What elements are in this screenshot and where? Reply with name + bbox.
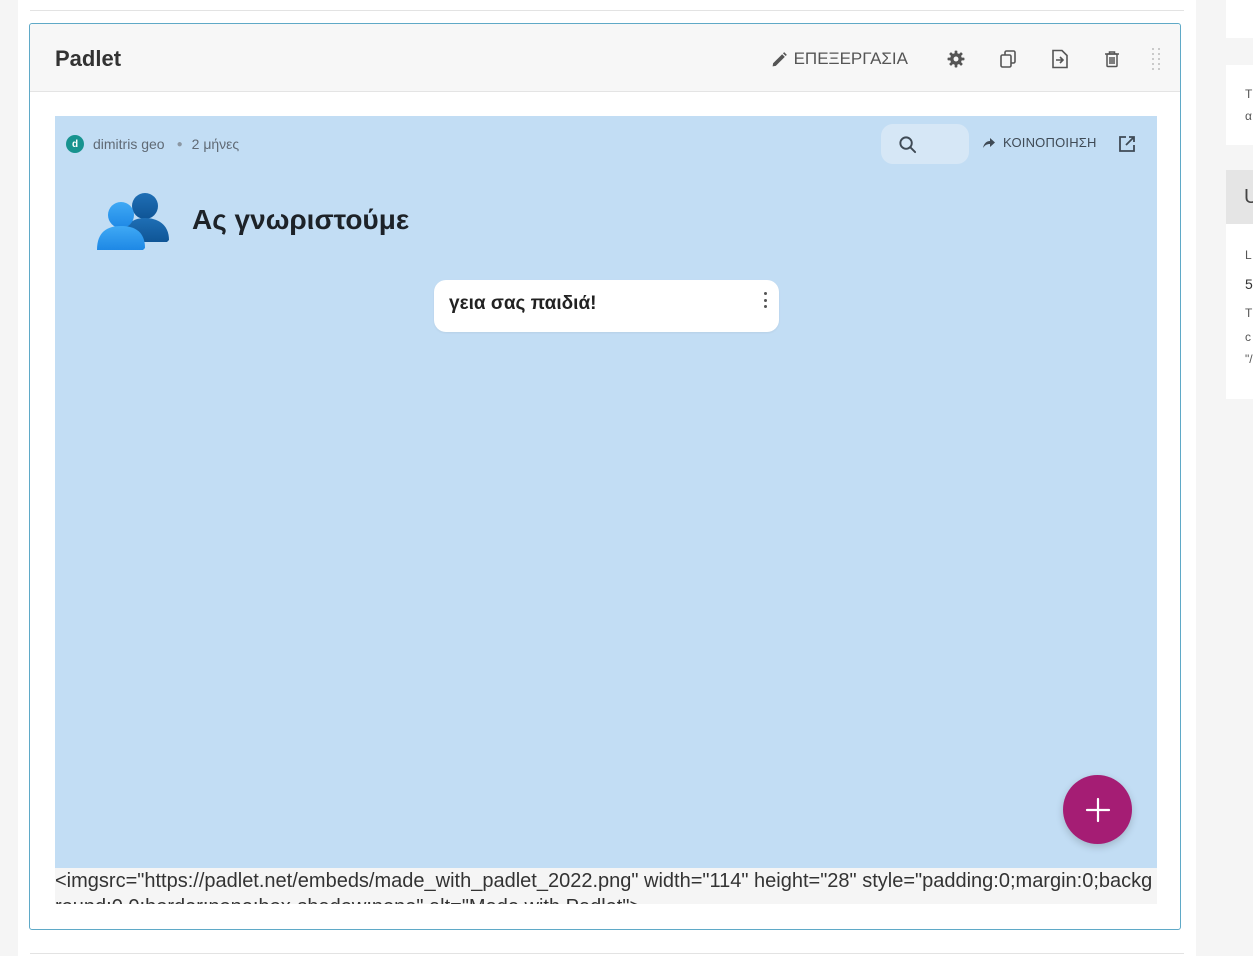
author-name[interactable]: dimitris geo xyxy=(93,136,165,152)
embed-code-text: <imgsrc="https://padlet.net/embeds/made_… xyxy=(55,868,1157,904)
bottom-divider xyxy=(30,953,1184,954)
share-arrow-icon xyxy=(983,138,995,148)
kebab-dot-icon xyxy=(763,292,767,295)
sidebar-text: T xyxy=(1245,87,1253,101)
people-icon xyxy=(97,193,169,250)
copy-icon xyxy=(1000,50,1016,68)
block-header: Padlet ΕΠΕΞΕΡΓΑΣΙΑ xyxy=(30,24,1180,92)
search-icon xyxy=(899,135,917,153)
edit-button[interactable]: ΕΠΕΞΕΡΓΑΣΙΑ xyxy=(771,49,908,69)
padlet-title: Ας γνωριστούμε xyxy=(192,204,410,235)
pencil-icon xyxy=(772,51,787,66)
dot-separator: ● xyxy=(176,138,183,150)
external-link-icon xyxy=(1119,136,1135,152)
right-sidebar: T α U L 5 T c "/ xyxy=(1226,0,1253,956)
sidebar-heading-text: U xyxy=(1244,186,1253,208)
padlet-embed: d dimitris geo ● 2 μήνες ΚΟΙΝΟΠΟΙΗΣΗ Ας … xyxy=(55,116,1157,868)
settings-button[interactable] xyxy=(945,48,967,70)
main-column: Padlet ΕΠΕΞΕΡΓΑΣΙΑ d dimitris geo ● 2 μή… xyxy=(18,0,1196,956)
copy-button[interactable] xyxy=(997,48,1019,70)
right-sidebar-block: L 5 T c "/ xyxy=(1226,224,1253,399)
move-icon xyxy=(1052,49,1068,69)
padlet-block: Padlet ΕΠΕΞΕΡΓΑΣΙΑ d dimitris geo ● 2 μή… xyxy=(29,23,1181,930)
edit-label: ΕΠΕΞΕΡΓΑΣΙΑ xyxy=(793,49,908,68)
move-button[interactable] xyxy=(1049,48,1071,70)
gear-icon xyxy=(947,50,965,68)
trash-icon xyxy=(1105,51,1119,68)
search-button[interactable] xyxy=(881,124,969,164)
avatar[interactable]: d xyxy=(66,135,84,153)
block-actions: ΕΠΕΞΕΡΓΑΣΙΑ xyxy=(771,42,1162,76)
post-menu-button[interactable] xyxy=(759,290,771,310)
top-divider xyxy=(30,10,1184,11)
right-sidebar-top xyxy=(1226,0,1253,38)
sidebar-text: L xyxy=(1245,248,1252,262)
sidebar-text: "/ xyxy=(1245,352,1253,366)
share-label: ΚΟΙΝΟΠΟΙΗΣΗ xyxy=(1003,135,1097,150)
right-sidebar-block: T α xyxy=(1226,65,1253,145)
add-post-button[interactable] xyxy=(1063,775,1132,844)
delete-button[interactable] xyxy=(1101,48,1123,70)
plus-icon xyxy=(1085,797,1110,822)
post-card[interactable]: γεια σας παιδιά! xyxy=(434,280,779,332)
sidebar-text: α xyxy=(1245,109,1252,123)
block-title: Padlet xyxy=(55,46,122,71)
time-ago: 2 μήνες xyxy=(191,136,240,152)
sidebar-text: c xyxy=(1245,330,1251,344)
sidebar-text: 5 xyxy=(1245,276,1253,292)
post-text: γεια σας παιδιά! xyxy=(449,293,597,314)
open-external-button[interactable] xyxy=(1117,134,1137,154)
author-info: d dimitris geo ● 2 μήνες xyxy=(66,135,239,153)
right-sidebar-heading: U xyxy=(1226,170,1253,224)
sidebar-text: T xyxy=(1245,306,1253,320)
drag-handle-icon[interactable] xyxy=(1152,45,1162,73)
share-button[interactable]: ΚΟΙΝΟΠΟΙΗΣΗ xyxy=(983,135,1097,150)
